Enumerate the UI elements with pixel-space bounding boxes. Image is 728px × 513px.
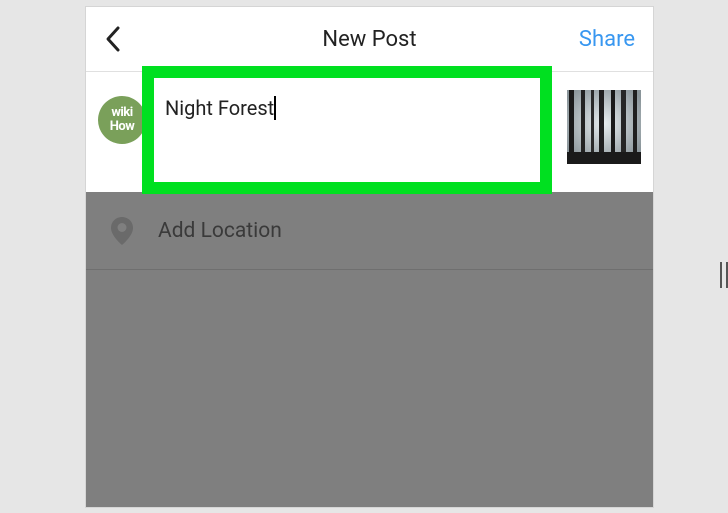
compose-area: wiki How Night Forest [86, 72, 653, 192]
caption-text: Night Forest [165, 96, 274, 120]
chevron-left-icon [104, 25, 122, 53]
side-mark [720, 262, 728, 288]
forest-thumbnail-image [567, 90, 641, 164]
avatar-text-bottom: How [110, 119, 135, 135]
caption-highlight [142, 66, 552, 194]
header: New Post Share [86, 7, 653, 72]
text-caret [274, 96, 276, 120]
share-button[interactable]: Share [579, 27, 635, 52]
location-pin-icon [108, 217, 136, 245]
app-window: New Post Share wiki How Night Forest [85, 6, 654, 508]
header-title: New Post [322, 27, 416, 52]
avatar[interactable]: wiki How [98, 96, 146, 144]
post-thumbnail[interactable] [567, 90, 641, 164]
caption-input[interactable]: Night Forest [165, 96, 535, 120]
avatar-text-top: wiki [111, 106, 132, 119]
location-label: Add Location [158, 219, 282, 243]
back-button[interactable] [104, 24, 134, 54]
options-panel: Add Location [86, 192, 653, 507]
add-location-row[interactable]: Add Location [86, 192, 653, 270]
